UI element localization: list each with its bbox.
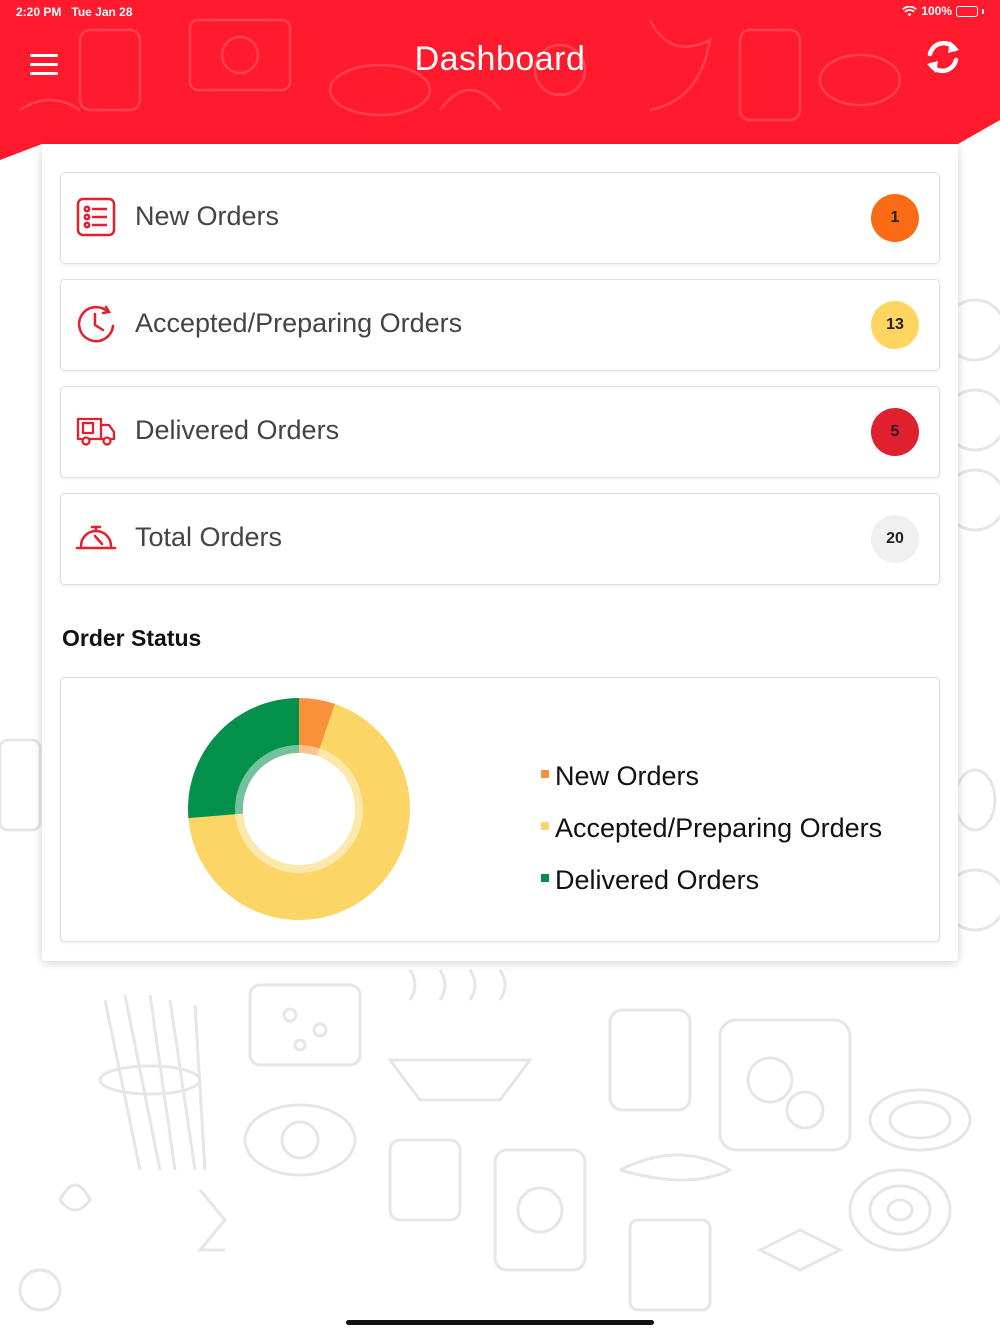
total-orders-row[interactable]: Total Orders 20 bbox=[60, 493, 940, 585]
status-time: 2:20 PM Tue Jan 28 bbox=[16, 5, 133, 19]
total-orders-count-badge: 20 bbox=[871, 515, 919, 563]
legend-label: Delivered Orders bbox=[555, 864, 760, 895]
order-status-title: Order Status bbox=[62, 625, 202, 651]
legend-label: New Orders bbox=[555, 760, 700, 791]
clock-icon bbox=[77, 305, 115, 343]
accepted-preparing-orders-count-badge: 13 bbox=[871, 301, 919, 349]
donut-hole bbox=[243, 753, 355, 865]
status-bar: 2:20 PM Tue Jan 28 100% bbox=[0, 0, 1000, 24]
legend-swatch bbox=[541, 874, 549, 882]
delivery-truck-icon bbox=[76, 417, 116, 446]
new-orders-count-badge: 1 bbox=[871, 194, 919, 242]
order-status-chart: New Orders Accepted/Preparing Orders Deliv… bbox=[60, 677, 940, 942]
legend-item: New Orders bbox=[541, 750, 882, 802]
battery-icon bbox=[956, 5, 978, 17]
battery-tip bbox=[982, 8, 984, 14]
accepted-preparing-orders-row[interactable]: Accepted/Preparing Orders 13 bbox=[60, 279, 940, 371]
total-orders-label: Total Orders bbox=[135, 522, 283, 552]
wifi-icon bbox=[902, 5, 918, 16]
status-time-text: 2:20 PM bbox=[16, 5, 62, 19]
status-indicators: 100% bbox=[902, 4, 984, 18]
new-orders-label: New Orders bbox=[135, 201, 280, 231]
status-date-text: Tue Jan 28 bbox=[71, 5, 133, 19]
legend-swatch bbox=[541, 822, 549, 830]
home-indicator bbox=[346, 1320, 654, 1325]
new-orders-row[interactable]: New Orders 1 bbox=[60, 172, 940, 264]
delivered-orders-label: Delivered Orders bbox=[135, 415, 340, 445]
legend-label: Accepted/Preparing Orders bbox=[555, 812, 883, 843]
accepted-preparing-orders-label: Accepted/Preparing Orders bbox=[135, 308, 463, 338]
chart-legend: New Orders Accepted/Preparing Orders Deliv… bbox=[541, 750, 882, 906]
dashboard-card: New Orders 1 Accepted/Preparing Orders 1… bbox=[42, 144, 958, 961]
battery-percent: 100% bbox=[921, 4, 952, 18]
delivered-orders-count-badge: 5 bbox=[871, 408, 919, 456]
refresh-icon[interactable] bbox=[920, 34, 966, 80]
legend-swatch bbox=[541, 770, 549, 778]
order-list-icon bbox=[76, 197, 116, 237]
delivered-orders-row[interactable]: Delivered Orders 5 bbox=[60, 386, 940, 478]
legend-item: Delivered Orders bbox=[541, 854, 882, 906]
food-cloche-icon bbox=[75, 525, 117, 550]
legend-item: Accepted/Preparing Orders bbox=[541, 802, 882, 854]
page-title: Dashboard bbox=[414, 40, 586, 78]
